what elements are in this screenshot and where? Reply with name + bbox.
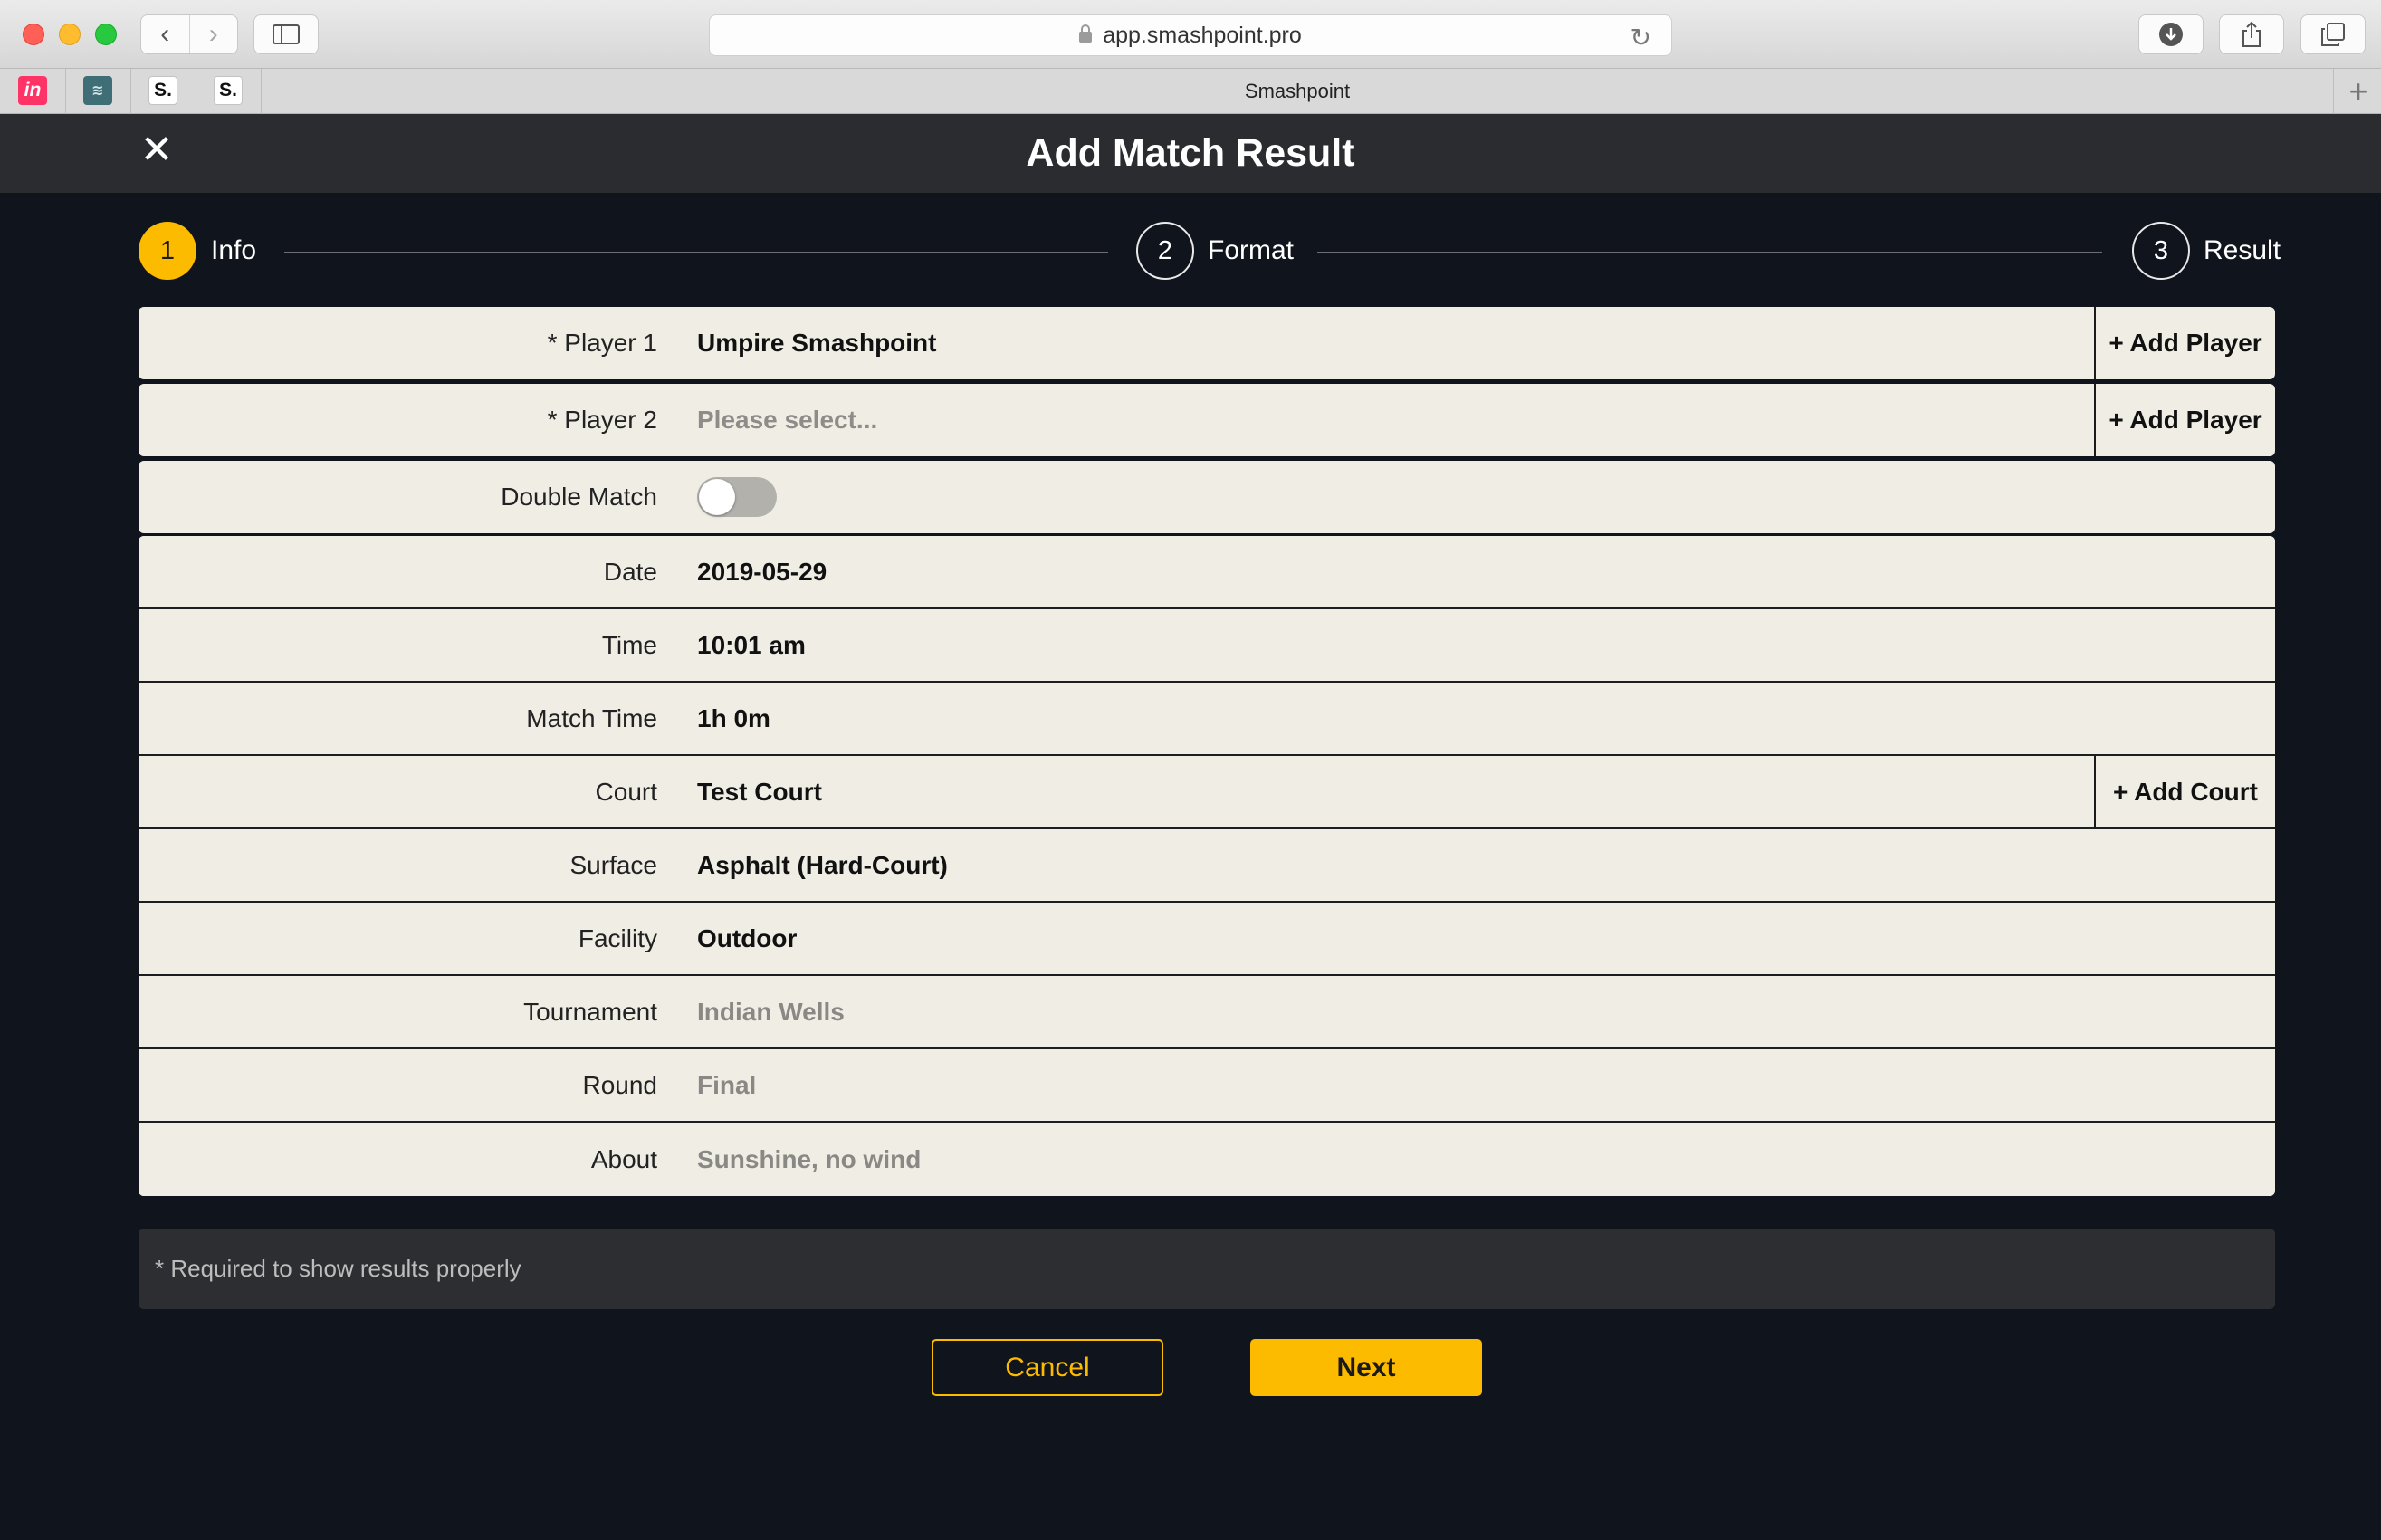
step-connector: [284, 252, 1108, 253]
window-close-button[interactable]: [23, 24, 44, 45]
time-field[interactable]: Time 10:01 am: [139, 609, 2275, 683]
court-field[interactable]: Court Test Court + Add Court: [139, 756, 2275, 829]
sidebar-icon: [273, 24, 300, 44]
round-label: Round: [582, 1070, 657, 1099]
favorite-bird-app[interactable]: ≋: [83, 76, 112, 105]
double-match-label: Double Match: [501, 483, 657, 511]
cancel-button[interactable]: Cancel: [932, 1339, 1163, 1396]
date-value[interactable]: 2019-05-29: [697, 558, 827, 587]
window-zoom-button[interactable]: [95, 24, 117, 45]
app-header: Add Match Result ✕: [0, 114, 2381, 193]
step-1-label[interactable]: Info: [211, 222, 256, 280]
round-field[interactable]: Round Final: [139, 1049, 2275, 1123]
step-2-indicator[interactable]: 2: [1136, 222, 1194, 280]
time-value[interactable]: 10:01 am: [697, 631, 806, 660]
surface-label: Surface: [569, 850, 658, 879]
favorite-invision[interactable]: in: [18, 76, 47, 105]
add-player2-button[interactable]: + Add Player: [2094, 384, 2275, 456]
step-connector: [1317, 252, 2102, 253]
round-input[interactable]: Final: [697, 1071, 756, 1100]
tabs-overview-button[interactable]: [2300, 14, 2366, 54]
surface-field[interactable]: Surface Asphalt (Hard-Court): [139, 829, 2275, 903]
step-3-indicator[interactable]: 3: [2132, 222, 2190, 280]
facility-field[interactable]: Facility Outdoor: [139, 903, 2275, 976]
download-icon: [2159, 23, 2183, 46]
downloads-button[interactable]: [2138, 14, 2204, 54]
forward-icon[interactable]: ›: [188, 15, 238, 53]
reload-icon[interactable]: ↻: [1630, 23, 1651, 53]
double-match-toggle[interactable]: [697, 477, 777, 517]
browser-toolbar: ‹ › app.smashpoint.pro ↻: [0, 0, 2381, 69]
match-time-label: Match Time: [526, 703, 657, 732]
court-value[interactable]: Test Court: [697, 778, 822, 807]
facility-label: Facility: [578, 923, 657, 952]
about-label: About: [590, 1144, 657, 1173]
double-match-field: Double Match: [139, 461, 2275, 533]
wizard-stepper: 1 Info 2 Format 3 Result: [139, 222, 2281, 282]
match-time-value[interactable]: 1h 0m: [697, 704, 770, 733]
date-field[interactable]: Date 2019-05-29: [139, 536, 2275, 609]
favorite-smashpoint-1[interactable]: S.: [148, 76, 177, 105]
step-1-indicator[interactable]: 1: [139, 222, 196, 280]
match-details-group: Date 2019-05-29 Time 10:01 am Match Time…: [139, 536, 2275, 1196]
match-time-field[interactable]: Match Time 1h 0m: [139, 683, 2275, 756]
court-label: Court: [595, 777, 657, 806]
toggle-knob: [699, 479, 735, 515]
facility-value[interactable]: Outdoor: [697, 924, 797, 953]
favorite-smashpoint-2[interactable]: S.: [214, 76, 243, 105]
date-label: Date: [603, 557, 657, 586]
next-button[interactable]: Next: [1250, 1339, 1482, 1396]
required-note: * Required to show results properly: [139, 1229, 2275, 1309]
about-input[interactable]: Sunshine, no wind: [697, 1145, 921, 1174]
player1-value[interactable]: Umpire Smashpoint: [697, 329, 936, 358]
player1-label: * Player 1: [547, 329, 657, 357]
sidebar-toggle-button[interactable]: [253, 14, 319, 54]
history-nav: ‹ ›: [140, 14, 238, 54]
share-button[interactable]: [2219, 14, 2284, 54]
player2-select[interactable]: Please select...: [697, 406, 877, 435]
add-court-button[interactable]: + Add Court: [2094, 756, 2275, 828]
tournament-field[interactable]: Tournament Indian Wells: [139, 976, 2275, 1049]
tabs-icon: [2321, 23, 2345, 46]
page-title: Add Match Result: [1026, 131, 1355, 175]
close-icon[interactable]: ✕: [136, 128, 177, 172]
window-minimize-button[interactable]: [59, 24, 81, 45]
lock-icon: [1079, 24, 1093, 43]
about-field[interactable]: About Sunshine, no wind: [139, 1123, 2275, 1196]
match-info-form: * Player 1 Umpire Smashpoint + Add Playe…: [139, 307, 2275, 1196]
tab-smashpoint[interactable]: Smashpoint: [261, 69, 2334, 114]
player2-label: * Player 2: [547, 406, 657, 434]
share-icon: [2242, 21, 2261, 47]
player1-field[interactable]: * Player 1 Umpire Smashpoint + Add Playe…: [139, 307, 2275, 379]
step-3-label[interactable]: Result: [2204, 222, 2281, 280]
tab-bar: in ≋ S. S. Smashpoint +: [0, 69, 2381, 114]
back-icon[interactable]: ‹: [141, 15, 189, 53]
surface-value[interactable]: Asphalt (Hard-Court): [697, 851, 948, 880]
add-player1-button[interactable]: + Add Player: [2094, 307, 2275, 379]
address-bar[interactable]: app.smashpoint.pro ↻: [709, 14, 1672, 56]
step-2-label[interactable]: Format: [1208, 222, 1294, 280]
player2-field[interactable]: * Player 2 Please select... + Add Player: [139, 384, 2275, 456]
new-tab-icon[interactable]: +: [2336, 69, 2381, 114]
url-text: app.smashpoint.pro: [1103, 22, 1302, 48]
time-label: Time: [601, 630, 657, 659]
tournament-label: Tournament: [523, 997, 657, 1026]
tournament-input[interactable]: Indian Wells: [697, 998, 845, 1027]
